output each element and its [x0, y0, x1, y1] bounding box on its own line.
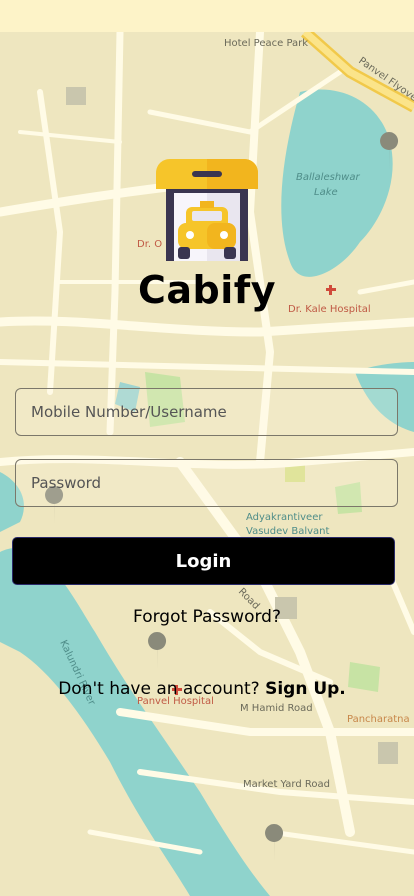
password-field[interactable] [15, 459, 398, 507]
svg-text:Pancharatna: Pancharatna [347, 714, 410, 725]
svg-text:Adyakrantiveer: Adyakrantiveer [246, 512, 323, 523]
svg-text:M Hamid Road: M Hamid Road [240, 703, 313, 714]
svg-text:Ballaleshwar: Ballaleshwar [296, 172, 360, 183]
svg-text:Vasudev Balvant: Vasudev Balvant [246, 526, 329, 537]
login-button[interactable]: Login [12, 537, 395, 585]
password-input[interactable] [16, 460, 397, 506]
username-field[interactable] [15, 388, 398, 436]
app-title: Cabify [137, 268, 277, 312]
signup-link[interactable]: Sign Up. [265, 679, 346, 699]
signup-prompt-text: Don't have an account? [58, 679, 260, 699]
taxi-garage-logo-icon [156, 159, 258, 261]
svg-text:Lake: Lake [314, 187, 338, 198]
signup-prompt: Don't have an account? Sign Up. [0, 679, 404, 699]
username-input[interactable] [16, 389, 397, 435]
status-bar [0, 0, 414, 32]
svg-text:Hotel Peace Park: Hotel Peace Park [224, 38, 308, 49]
forgot-password-link[interactable]: Forgot Password? [0, 607, 414, 627]
svg-text:Market Yard Road: Market Yard Road [243, 779, 330, 790]
